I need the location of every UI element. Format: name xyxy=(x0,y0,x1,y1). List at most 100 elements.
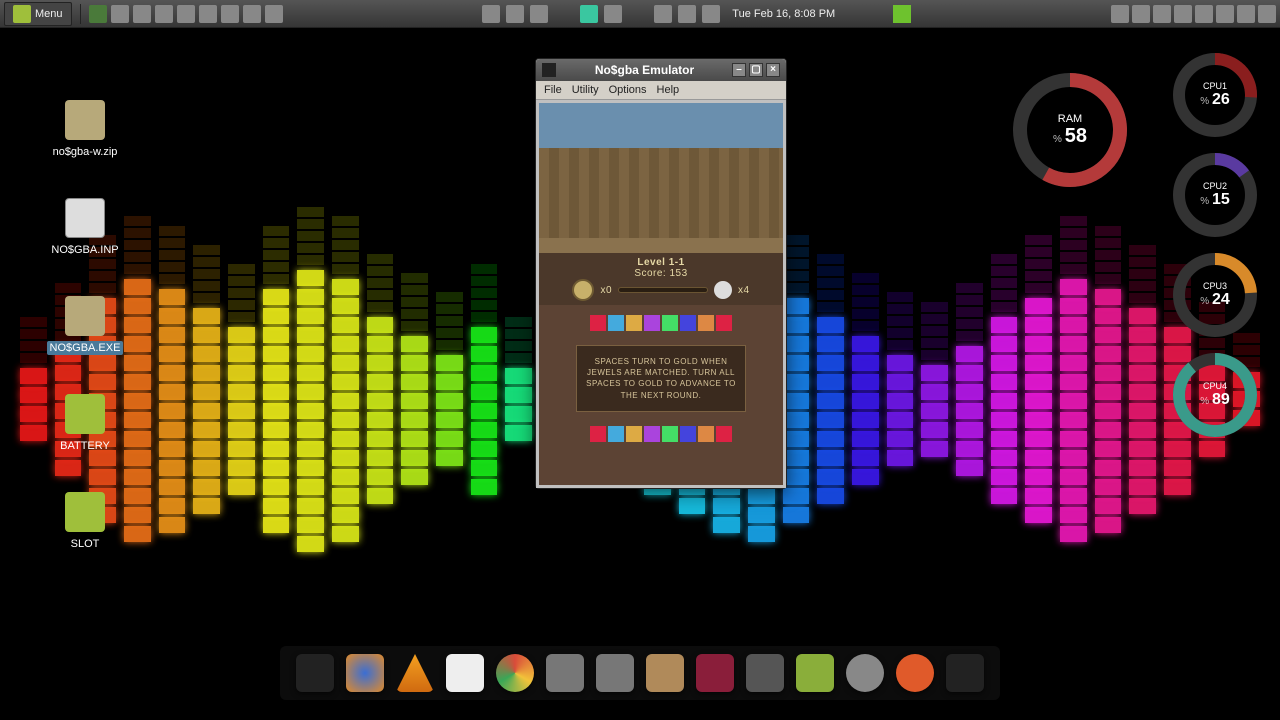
dock-display[interactable] xyxy=(746,654,784,692)
game-viewport: Level 1-1 Score: 153 x0 x4 SPACES TURN T… xyxy=(536,100,786,488)
dock-downloads[interactable] xyxy=(546,654,584,692)
gauge-label: CPU3 xyxy=(1203,281,1227,291)
level-label: Level 1-1 xyxy=(637,257,684,268)
maximize-button[interactable]: ▢ xyxy=(749,63,763,77)
lives-icon xyxy=(714,281,732,299)
menubar: File Utility Options Help xyxy=(536,81,786,100)
gem[interactable] xyxy=(626,315,642,331)
gauge-label: CPU1 xyxy=(1203,81,1227,91)
gem[interactable] xyxy=(698,426,714,442)
launcher-icon[interactable] xyxy=(243,5,261,23)
gem[interactable] xyxy=(644,315,660,331)
dock-ubuntu[interactable] xyxy=(896,654,934,692)
lives-count: x4 xyxy=(738,285,750,296)
dock-app[interactable] xyxy=(846,654,884,692)
tray-icon[interactable] xyxy=(678,5,696,23)
gem[interactable] xyxy=(680,315,696,331)
window-title: No$gba Emulator xyxy=(560,63,729,77)
icon-label: SLOT xyxy=(71,538,100,550)
gem[interactable] xyxy=(716,315,732,331)
gem[interactable] xyxy=(662,315,678,331)
show-desktop-icon[interactable] xyxy=(89,5,107,23)
gem[interactable] xyxy=(716,426,732,442)
dock-vlc[interactable] xyxy=(396,654,434,692)
game-bottom-screen[interactable]: SPACES TURN TO GOLD WHEN JEWELS ARE MATC… xyxy=(539,305,783,485)
launcher-icon[interactable] xyxy=(177,5,195,23)
gem[interactable] xyxy=(644,426,660,442)
dock-app[interactable] xyxy=(796,654,834,692)
tray-icon[interactable] xyxy=(506,5,524,23)
gauge-label: RAM xyxy=(1058,113,1082,125)
game-top-screen xyxy=(539,103,783,253)
gauge-value: 58 xyxy=(1053,125,1087,148)
desktop-icon[interactable]: BATTERY xyxy=(40,394,130,452)
desktop-icon[interactable]: NO$GBA.EXE xyxy=(40,296,130,354)
launcher-icon[interactable] xyxy=(199,5,217,23)
gem[interactable] xyxy=(626,426,642,442)
launcher-icon[interactable] xyxy=(265,5,283,23)
tray-icon[interactable] xyxy=(604,5,622,23)
gem[interactable] xyxy=(698,315,714,331)
desktop-icon[interactable]: no$gba-w.zip xyxy=(40,100,130,158)
dock-terminal[interactable] xyxy=(296,654,334,692)
network-icon[interactable] xyxy=(580,5,598,23)
tray-icon[interactable] xyxy=(1216,5,1234,23)
desktop-icon[interactable]: NO$GBA.INP xyxy=(40,198,130,256)
menu-options[interactable]: Options xyxy=(609,84,647,96)
menu-help[interactable]: Help xyxy=(657,84,680,96)
tray-icon[interactable] xyxy=(1195,5,1213,23)
cpu1-gauge: CPU126 xyxy=(1170,50,1260,140)
dock-chrome[interactable] xyxy=(496,654,534,692)
gauge-value: 24 xyxy=(1200,291,1229,309)
gem[interactable] xyxy=(680,426,696,442)
tray-icon[interactable] xyxy=(482,5,500,23)
separator xyxy=(80,4,81,24)
tray-icon[interactable] xyxy=(530,5,548,23)
cpu4-gauge: CPU489 xyxy=(1170,350,1260,440)
dock-files[interactable] xyxy=(646,654,684,692)
game-status-bar: Level 1-1 Score: 153 x0 x4 xyxy=(539,253,783,305)
menu-file[interactable]: File xyxy=(544,84,562,96)
tray-icon[interactable] xyxy=(702,5,720,23)
gem[interactable] xyxy=(662,426,678,442)
score-label: Score: 153 xyxy=(634,268,687,279)
file-manager-icon[interactable] xyxy=(111,5,129,23)
launcher-icon[interactable] xyxy=(221,5,239,23)
file-icon xyxy=(65,296,105,336)
top-panel: Menu Tue Feb 16, 8:08 PM xyxy=(0,0,1280,28)
close-button[interactable]: × xyxy=(766,63,780,77)
firefox-icon[interactable] xyxy=(133,5,151,23)
cpu2-gauge: CPU215 xyxy=(1170,150,1260,240)
titlebar[interactable]: No$gba Emulator – ▢ × xyxy=(536,59,786,81)
tray-icon[interactable] xyxy=(1258,5,1276,23)
volume-icon[interactable] xyxy=(1174,5,1192,23)
tray-icon[interactable] xyxy=(1111,5,1129,23)
menu-utility[interactable]: Utility xyxy=(572,84,599,96)
dock-app[interactable] xyxy=(596,654,634,692)
terminal-icon[interactable] xyxy=(155,5,173,23)
file-icon xyxy=(65,492,105,532)
gauge-label: CPU2 xyxy=(1203,181,1227,191)
emulator-window[interactable]: No$gba Emulator – ▢ × File Utility Optio… xyxy=(535,58,787,489)
lock-icon[interactable] xyxy=(1153,5,1171,23)
file-icon xyxy=(65,100,105,140)
battery-icon[interactable] xyxy=(893,5,911,23)
tray-icon[interactable] xyxy=(1132,5,1150,23)
menu-button[interactable]: Menu xyxy=(4,2,72,26)
desktop-icon[interactable]: SLOT xyxy=(40,492,130,550)
gauge-label: CPU4 xyxy=(1203,381,1227,391)
gem[interactable] xyxy=(590,426,606,442)
gem[interactable] xyxy=(608,426,624,442)
dock-tux[interactable] xyxy=(946,654,984,692)
tray-icon[interactable] xyxy=(1237,5,1255,23)
file-icon xyxy=(65,394,105,434)
gem[interactable] xyxy=(608,315,624,331)
screenshot-icon[interactable] xyxy=(654,5,672,23)
minimize-button[interactable]: – xyxy=(732,63,746,77)
dock-editor[interactable] xyxy=(446,654,484,692)
gem[interactable] xyxy=(590,315,606,331)
icon-label: no$gba-w.zip xyxy=(53,146,118,158)
dock-firefox[interactable] xyxy=(346,654,384,692)
dock-wine[interactable] xyxy=(696,654,734,692)
clock[interactable]: Tue Feb 16, 8:08 PM xyxy=(726,8,841,20)
